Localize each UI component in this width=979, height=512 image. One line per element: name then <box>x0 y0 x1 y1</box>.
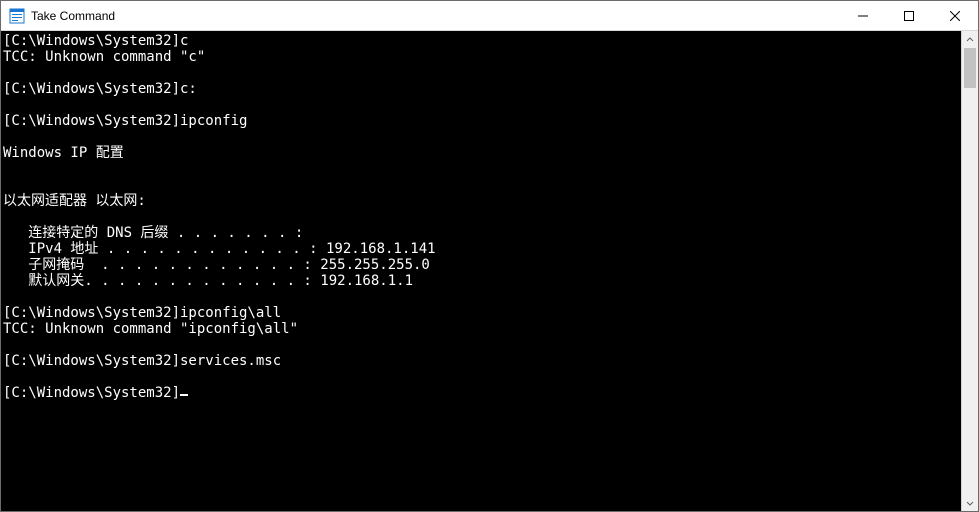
app-window: Take Command [C:\Windows\System32]c TCC:… <box>0 0 979 512</box>
minimize-button[interactable] <box>840 1 886 31</box>
scroll-down-arrow-icon[interactable] <box>962 494 978 511</box>
window-title: Take Command <box>31 9 115 23</box>
vertical-scrollbar[interactable] <box>961 31 978 511</box>
scroll-up-arrow-icon[interactable] <box>962 31 978 48</box>
scrollbar-thumb[interactable] <box>964 48 976 88</box>
scrollbar-track[interactable] <box>962 48 978 494</box>
terminal-output[interactable]: [C:\Windows\System32]c TCC: Unknown comm… <box>1 31 961 511</box>
app-icon <box>9 8 25 24</box>
client-area: [C:\Windows\System32]c TCC: Unknown comm… <box>1 31 978 511</box>
maximize-button[interactable] <box>886 1 932 31</box>
title-bar[interactable]: Take Command <box>1 1 978 31</box>
close-button[interactable] <box>932 1 978 31</box>
cursor <box>180 394 188 396</box>
